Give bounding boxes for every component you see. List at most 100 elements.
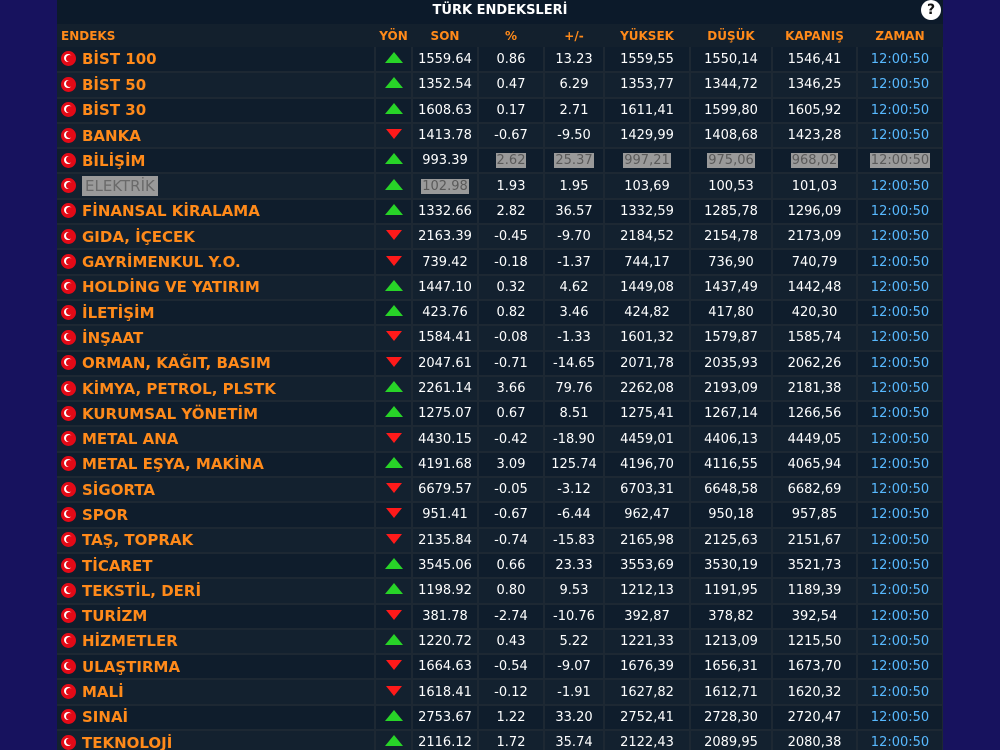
index-name[interactable]: BİST 100: [82, 50, 157, 68]
index-name[interactable]: BANKA: [82, 127, 141, 145]
index-name[interactable]: SPOR: [82, 506, 128, 524]
index-name-cell[interactable]: HİZMETLER: [57, 628, 376, 656]
table-row[interactable]: KURUMSAL YÖNETİM 1275.07 0.67 8.51 1275,41 12…: [57, 401, 943, 428]
index-name[interactable]: MALİ: [82, 683, 124, 701]
index-name-cell[interactable]: METAL ANA: [57, 426, 376, 453]
index-name[interactable]: HOLDİNG VE YATIRIM: [82, 278, 260, 296]
index-name-cell[interactable]: İNŞAAT: [57, 325, 376, 352]
index-name[interactable]: GAYRİMENKUL Y.O.: [82, 253, 241, 271]
index-name[interactable]: SİGORTA: [82, 481, 155, 499]
table-row[interactable]: HİZMETLER 1220.72 0.43 5.22 1221,33 1213,09 12…: [57, 628, 943, 656]
index-name[interactable]: TİCARET: [82, 557, 152, 575]
index-name[interactable]: TAŞ, TOPRAK: [82, 531, 193, 549]
index-name-cell[interactable]: GIDA, İÇECEK: [57, 224, 376, 251]
index-name[interactable]: ELEKTRİK: [82, 176, 158, 197]
index-name[interactable]: KİMYA, PETROL, PLSTK: [82, 380, 276, 398]
index-name[interactable]: GIDA, İÇECEK: [82, 228, 195, 246]
column-header-change[interactable]: +/-: [544, 24, 604, 47]
column-header-yuksek[interactable]: YÜKSEK: [604, 24, 690, 47]
table-row[interactable]: TURİZM 381.78 -2.74 -10.76 392,87 378,82 392,5…: [57, 603, 943, 630]
low-cell: 1656,31: [690, 654, 773, 681]
index-name[interactable]: METAL EŞYA, MAKİNA: [82, 455, 264, 473]
table-row[interactable]: METAL EŞYA, MAKİNA 4191.68 3.09 125.74 4196,…: [57, 451, 943, 479]
index-name-cell[interactable]: SINAİ: [57, 704, 376, 732]
index-name-cell[interactable]: TEKSTİL, DERİ: [57, 578, 376, 605]
index-name[interactable]: TEKSTİL, DERİ: [82, 582, 201, 600]
index-name-cell[interactable]: BİST 100: [57, 47, 376, 74]
table-row[interactable]: GIDA, İÇECEK 2163.39 -0.45 -9.70 2184,52 2154…: [57, 224, 943, 251]
table-row[interactable]: ORMAN, KAĞIT, BASIM 2047.61 -0.71 -14.65 207…: [57, 350, 943, 377]
index-name[interactable]: METAL ANA: [82, 430, 178, 448]
index-name[interactable]: FİNANSAL KİRALAMA: [82, 202, 260, 220]
index-name[interactable]: İNŞAAT: [82, 329, 143, 347]
index-name-cell[interactable]: SPOR: [57, 502, 376, 529]
index-name-cell[interactable]: KİMYA, PETROL, PLSTK: [57, 375, 376, 403]
table-row[interactable]: İNŞAAT 1584.41 -0.08 -1.33 1601,32 1579,87 158…: [57, 325, 943, 352]
index-name-cell[interactable]: TAŞ, TOPRAK: [57, 527, 376, 554]
index-name[interactable]: SINAİ: [82, 708, 128, 726]
table-row[interactable]: İLETİŞİM 423.76 0.82 3.46 424,82 417,80 420,30…: [57, 299, 943, 327]
turkey-flag-icon: [61, 481, 76, 497]
index-name-cell[interactable]: TURİZM: [57, 603, 376, 630]
table-row[interactable]: KİMYA, PETROL, PLSTK 2261.14 3.66 79.76 2262…: [57, 375, 943, 403]
column-header-kapanis[interactable]: KAPANIŞ: [772, 24, 857, 47]
column-header-son[interactable]: SON: [412, 24, 478, 47]
index-name-cell[interactable]: SİGORTA: [57, 477, 376, 504]
index-name-cell[interactable]: HOLDİNG VE YATIRIM: [57, 274, 376, 301]
index-name-cell[interactable]: BİST 30: [57, 97, 376, 124]
table-row[interactable]: TEKSTİL, DERİ 1198.92 0.80 9.53 1212,13 1191,…: [57, 578, 943, 605]
high-value: 3553,69: [620, 558, 674, 574]
index-name-cell[interactable]: TİCARET: [57, 552, 376, 580]
table-row[interactable]: BİST 100 1559.64 0.86 13.23 1559,55 1550,14 15…: [57, 47, 943, 74]
index-name[interactable]: BİST 50: [82, 76, 146, 94]
table-row[interactable]: ULAŞTIRMA 1664.63 -0.54 -9.07 1676,39 1656,31…: [57, 654, 943, 681]
index-name[interactable]: ORMAN, KAĞIT, BASIM: [82, 354, 271, 372]
index-name[interactable]: HİZMETLER: [82, 632, 178, 650]
table-row[interactable]: BİLİŞİM 993.39 2.62 25.37 997,21 975,06 968,02…: [57, 148, 943, 175]
help-icon[interactable]: ?: [921, 0, 941, 20]
table-row[interactable]: MALİ 1618.41 -0.12 -1.91 1627,82 1612,71 1620,…: [57, 679, 943, 706]
index-name[interactable]: BİLİŞİM: [82, 152, 145, 170]
index-name-cell[interactable]: ORMAN, KAĞIT, BASIM: [57, 350, 376, 377]
index-name[interactable]: ULAŞTIRMA: [82, 658, 180, 676]
table-row[interactable]: BİST 50 1352.54 0.47 6.29 1353,77 1344,72 1346…: [57, 72, 943, 99]
index-name[interactable]: BİST 30: [82, 101, 146, 119]
column-header-endeks[interactable]: ENDEKS: [57, 24, 375, 47]
column-header-yon[interactable]: YÖN: [375, 24, 412, 47]
chg-value: -9.70: [557, 229, 591, 245]
index-name[interactable]: İLETİŞİM: [82, 304, 155, 322]
index-name-cell[interactable]: ULAŞTIRMA: [57, 654, 376, 681]
table-row[interactable]: TİCARET 3545.06 0.66 23.33 3553,69 3530,19 352…: [57, 552, 943, 580]
table-row[interactable]: HOLDİNG VE YATIRIM 1447.10 0.32 4.62 1449,08…: [57, 274, 943, 301]
table-row[interactable]: GAYRİMENKUL Y.O. 739.42 -0.18 -1.37 744,17 73…: [57, 249, 943, 276]
index-name-cell[interactable]: BİLİŞİM: [57, 148, 376, 175]
index-name-cell[interactable]: KURUMSAL YÖNETİM: [57, 401, 376, 428]
index-name-cell[interactable]: METAL EŞYA, MAKİNA: [57, 451, 376, 479]
table-row[interactable]: ELEKTRİK 102.98 1.93 1.95 103,69 100,53 101,03…: [57, 173, 943, 200]
son-cell: 6679.57: [412, 477, 479, 504]
table-row[interactable]: TEKNOLOJİ 2116.12 1.72 35.74 2122,43 2089,95 2…: [57, 730, 943, 750]
column-header-zaman[interactable]: ZAMAN: [857, 24, 943, 47]
column-header-dusuk[interactable]: DÜŞÜK: [690, 24, 772, 47]
index-name-cell[interactable]: BİST 50: [57, 72, 376, 99]
table-row[interactable]: SINAİ 2753.67 1.22 33.20 2752,41 2728,30 2720,…: [57, 704, 943, 732]
table-row[interactable]: TAŞ, TOPRAK 2135.84 -0.74 -15.83 2165,98 2125…: [57, 527, 943, 554]
index-name-cell[interactable]: TEKNOLOJİ: [57, 730, 376, 750]
index-name[interactable]: TURİZM: [82, 607, 147, 625]
table-row[interactable]: SPOR 951.41 -0.67 -6.44 962,47 950,18 957,85 12…: [57, 502, 943, 529]
son-value: 1559.64: [418, 51, 472, 67]
index-name-cell[interactable]: FİNANSAL KİRALAMA: [57, 198, 376, 226]
index-name-cell[interactable]: BANKA: [57, 122, 376, 150]
index-name-cell[interactable]: GAYRİMENKUL Y.O.: [57, 249, 376, 276]
table-row[interactable]: METAL ANA 4430.15 -0.42 -18.90 4459,01 4406,1…: [57, 426, 943, 453]
table-row[interactable]: BANKA 1413.78 -0.67 -9.50 1429,99 1408,68 1423…: [57, 122, 943, 150]
index-name-cell[interactable]: MALİ: [57, 679, 376, 706]
table-row[interactable]: FİNANSAL KİRALAMA 1332.66 2.82 36.57 1332,59…: [57, 198, 943, 226]
index-name[interactable]: KURUMSAL YÖNETİM: [82, 405, 258, 423]
column-header-pct[interactable]: %: [478, 24, 544, 47]
table-row[interactable]: SİGORTA 6679.57 -0.05 -3.12 6703,31 6648,58 66…: [57, 477, 943, 504]
index-name-cell[interactable]: ELEKTRİK: [57, 173, 376, 200]
index-name[interactable]: TEKNOLOJİ: [82, 734, 172, 750]
table-row[interactable]: BİST 30 1608.63 0.17 2.71 1611,41 1599,80 1605…: [57, 97, 943, 124]
index-name-cell[interactable]: İLETİŞİM: [57, 299, 376, 327]
